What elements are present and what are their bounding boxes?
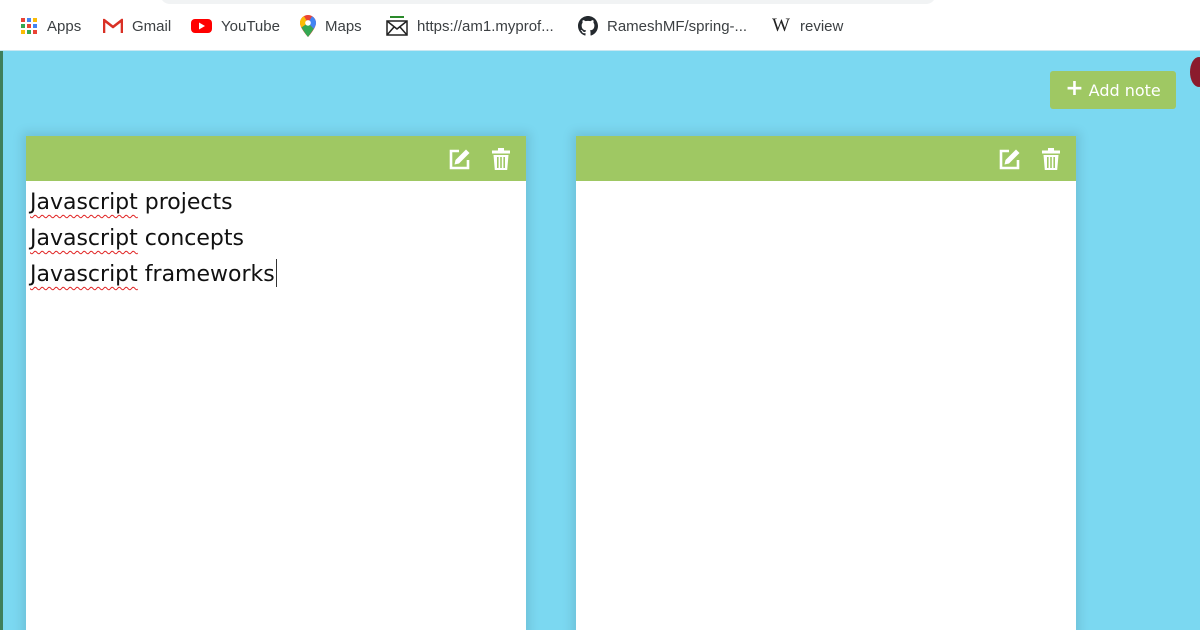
profile-avatar-edge[interactable] [1190,57,1200,87]
note-textarea[interactable] [576,181,1076,189]
bookmark-gmail[interactable]: Gmail [103,14,171,38]
trash-icon[interactable] [492,147,510,170]
maps-pin-icon [300,15,316,37]
edit-icon[interactable] [448,148,472,170]
bookmark-youtube[interactable]: YouTube [191,14,280,38]
bookmark-label: YouTube [221,17,280,35]
note-card: Javascript projects Javascript concepts … [26,136,526,630]
add-note-label: Add note [1088,80,1161,100]
notes-app: + Add note Javascript projects Javascrip… [0,50,1200,630]
bookmark-review[interactable]: W review [771,14,843,38]
add-note-button[interactable]: + Add note [1050,71,1176,109]
bookmark-apps[interactable]: Apps [20,14,81,38]
bookmark-label: https://am1.myprof... [417,17,554,35]
wikipedia-icon: W [772,15,790,36]
address-bar-edge[interactable] [160,0,936,4]
apps-grid-icon [21,18,37,34]
misspelled-word: Javascript [30,262,138,287]
bookmark-maps[interactable]: Maps [300,14,362,38]
note-line: Javascript frameworks [30,257,522,293]
edit-icon[interactable] [998,148,1022,170]
note-line: Javascript projects [30,185,522,221]
note-line: Javascript concepts [30,221,522,257]
gmail-icon [103,18,123,33]
envelope-icon [386,16,408,36]
left-edge-strip [0,51,3,630]
bookmark-github[interactable]: RameshMF/spring-... [578,14,747,38]
youtube-icon [191,19,212,33]
bookmark-label: RameshMF/spring-... [607,17,748,35]
bookmarks-bar: Apps Gmail YouTube Maps https://am1.mypr… [0,0,1200,50]
bookmark-label: review [800,17,844,35]
note-card [576,136,1076,630]
bookmark-am1[interactable]: https://am1.myprof... [386,14,554,38]
line-text: projects [137,190,233,215]
misspelled-word: Javascript [30,190,138,215]
text-caret [275,259,277,287]
bookmark-label: Gmail [132,17,172,35]
bookmark-label: Maps [325,17,362,35]
misspelled-word: Javascript [30,226,138,251]
note-textarea[interactable]: Javascript projects Javascript concepts … [26,181,526,297]
note-toolbar [26,136,526,181]
line-text: concepts [137,226,244,251]
github-icon [578,16,598,36]
bookmark-label: Apps [47,17,82,35]
trash-icon[interactable] [1042,147,1060,170]
line-text: frameworks [137,262,275,287]
note-toolbar [576,136,1076,181]
plus-icon: + [1065,76,1084,101]
